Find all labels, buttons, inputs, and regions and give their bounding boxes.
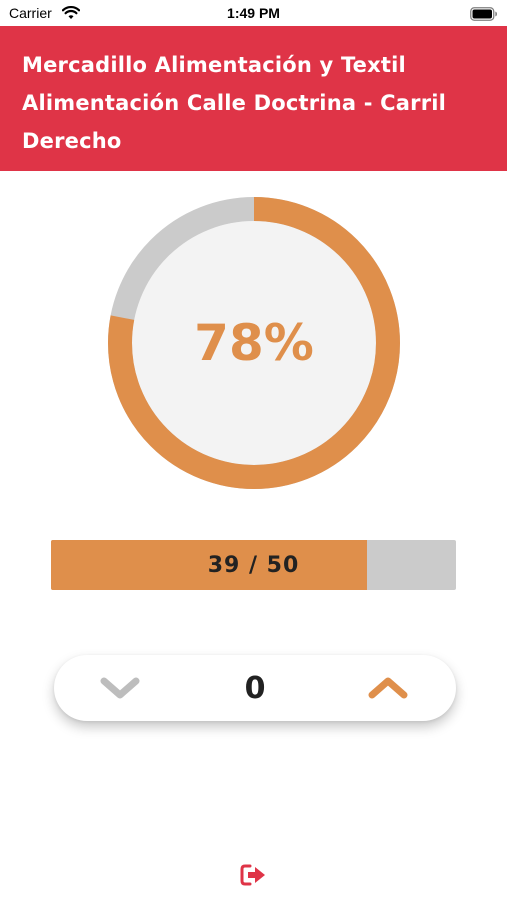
occupancy-bar: 39 / 50 <box>51 540 456 590</box>
status-time: 1:49 PM <box>227 5 280 21</box>
decrement-button[interactable] <box>98 673 142 703</box>
market-title-line-1: Mercadillo Alimentación y Textil <box>22 53 406 77</box>
occupancy-percent: 78% <box>194 314 314 372</box>
logout-icon <box>240 864 265 886</box>
market-title-line-2: Alimentación Calle Doctrina - Carril <box>22 91 447 115</box>
occupancy-count: 39 / 50 <box>207 552 300 578</box>
quantity-stepper: 0 <box>54 655 456 721</box>
battery-icon <box>470 6 498 25</box>
market-title-line-3: Derecho <box>22 129 122 153</box>
stepper-value: 0 <box>244 670 266 706</box>
status-bar: Carrier 1:49 PM <box>0 0 507 26</box>
increment-button[interactable] <box>366 673 410 703</box>
logout-button[interactable] <box>240 863 268 887</box>
market-header: Mercadillo Alimentación y Textil Aliment… <box>0 26 507 171</box>
chevron-down-icon <box>100 677 140 699</box>
chevron-up-icon <box>368 677 408 699</box>
occupancy-ring: 78% <box>107 196 401 490</box>
